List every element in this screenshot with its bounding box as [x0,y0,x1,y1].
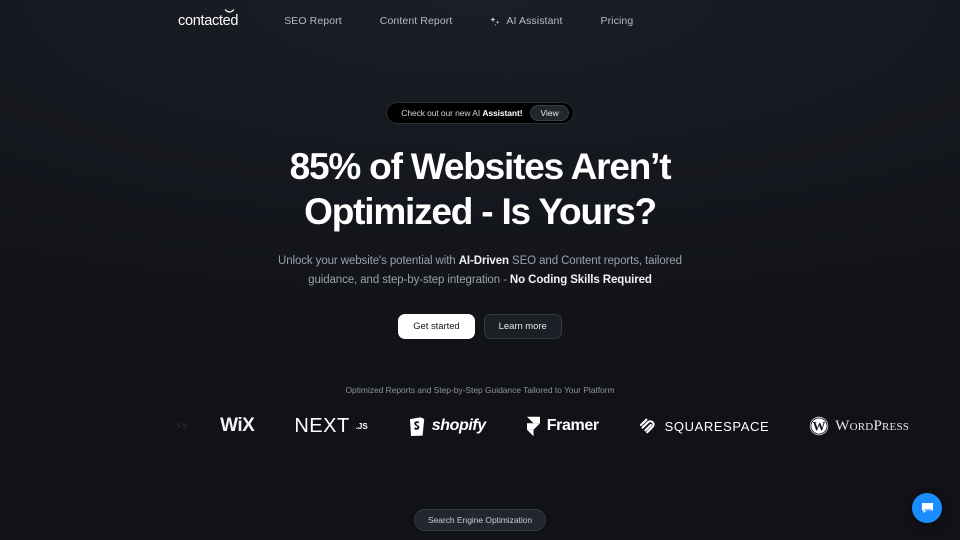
chat-launcher-button[interactable] [912,493,942,523]
logo-nextjs-suffix: .JS [355,421,368,431]
announcement-banner[interactable]: Check out our new AI Assistant! View [386,102,574,124]
logo-wordpress: W WordPress [809,409,909,443]
wordpress-icon: W [810,417,829,436]
logo-shopify-label: shopify [431,417,486,435]
squarespace-icon [639,418,655,434]
nav-link-seo-report[interactable]: SEO Report [284,11,342,31]
hero-section: Check out our new AI Assistant! View 85%… [0,42,960,340]
nav-link-content-report[interactable]: Content Report [380,11,453,31]
page-title: 85% of Websites Aren’t Optimized - Is Yo… [0,148,960,230]
headline-line-2: Optimized - Is Yours? [304,191,657,232]
subheading-emphasis: No Coding Skills Required [509,273,652,286]
subheading-text: guidance, and step-by-step integration - [308,273,510,286]
logo-nextjs: NEXT .JS [294,409,367,443]
nav-link-label: AI Assistant [506,15,563,27]
nav-link-label: SEO Report [284,15,342,27]
framer-icon [526,416,540,437]
logo-wordpress-label: WordPress [835,417,910,434]
logo-fragment-wordpress-tail: ss [176,418,189,434]
announcement-text: Check out our new AI Assistant! [401,108,522,118]
subheading-line-1: Unlock your website's potential with AI-… [0,252,960,271]
main-navbar: contacted SEO Report Content Report AI A… [0,0,960,42]
logo-squarespace: SQUARESPACE [639,409,770,443]
logo-framer: Framer [526,409,599,443]
shopify-bag-icon [409,417,424,436]
subheading-emphasis: AI-Driven [458,255,509,267]
logo-nextjs-label: NEXT [294,414,350,437]
platform-logos-strip: ss WiX NEXT .JS shopify Framer SQUARESPA… [0,409,960,443]
subheading-text: SEO and Content reports, tailored [508,255,682,267]
logo-wix: WiX [220,409,255,443]
logo-wix-label: WiX [220,415,255,437]
nav-links: SEO Report Content Report AI Assistant P… [284,11,633,31]
section-tag-seo[interactable]: Search Engine Optimization [413,509,547,532]
headline-line-1: 85% of Websites Aren’t [289,146,672,187]
svg-text:W: W [813,419,826,434]
announcement-view-button[interactable]: View [530,104,569,122]
section-tag-wrap: Search Engine Optimization [0,509,960,532]
cta-row: Get started Learn more [0,313,960,340]
learn-more-button[interactable]: Learn more [483,313,562,340]
platform-logos-track: ss WiX NEXT .JS shopify Framer SQUARESPA… [0,409,960,443]
nav-link-ai-assistant[interactable]: AI Assistant [490,11,562,31]
subheading-text: Unlock your website's potential with [278,255,459,267]
logo-squarespace-label: SQUARESPACE [664,418,770,434]
logo-framer-label: Framer [546,417,599,435]
brand-smile-icon [224,9,235,13]
nav-link-pricing[interactable]: Pricing [600,11,633,31]
hero-subheading: Unlock your website's potential with AI-… [0,252,960,290]
logo-shopify: shopify [408,409,486,443]
nav-link-label: Content Report [379,15,453,27]
sparkle-icon [490,16,500,26]
chat-bubble-icon [921,502,933,513]
platform-logos-caption: Optimized Reports and Step-by-Step Guida… [345,385,615,396]
get-started-button[interactable]: Get started [398,313,475,340]
brand-name: contacted [178,12,239,29]
nav-link-label: Pricing [600,15,634,27]
subheading-line-2: guidance, and step-by-step integration -… [0,271,960,290]
announcement-text-bold: Assistant! [482,108,523,118]
brand-logo[interactable]: contacted [178,9,239,29]
platform-logos-section: Optimized Reports and Step-by-Step Guida… [0,385,960,443]
announcement-text-plain: Check out our new AI [401,108,483,118]
